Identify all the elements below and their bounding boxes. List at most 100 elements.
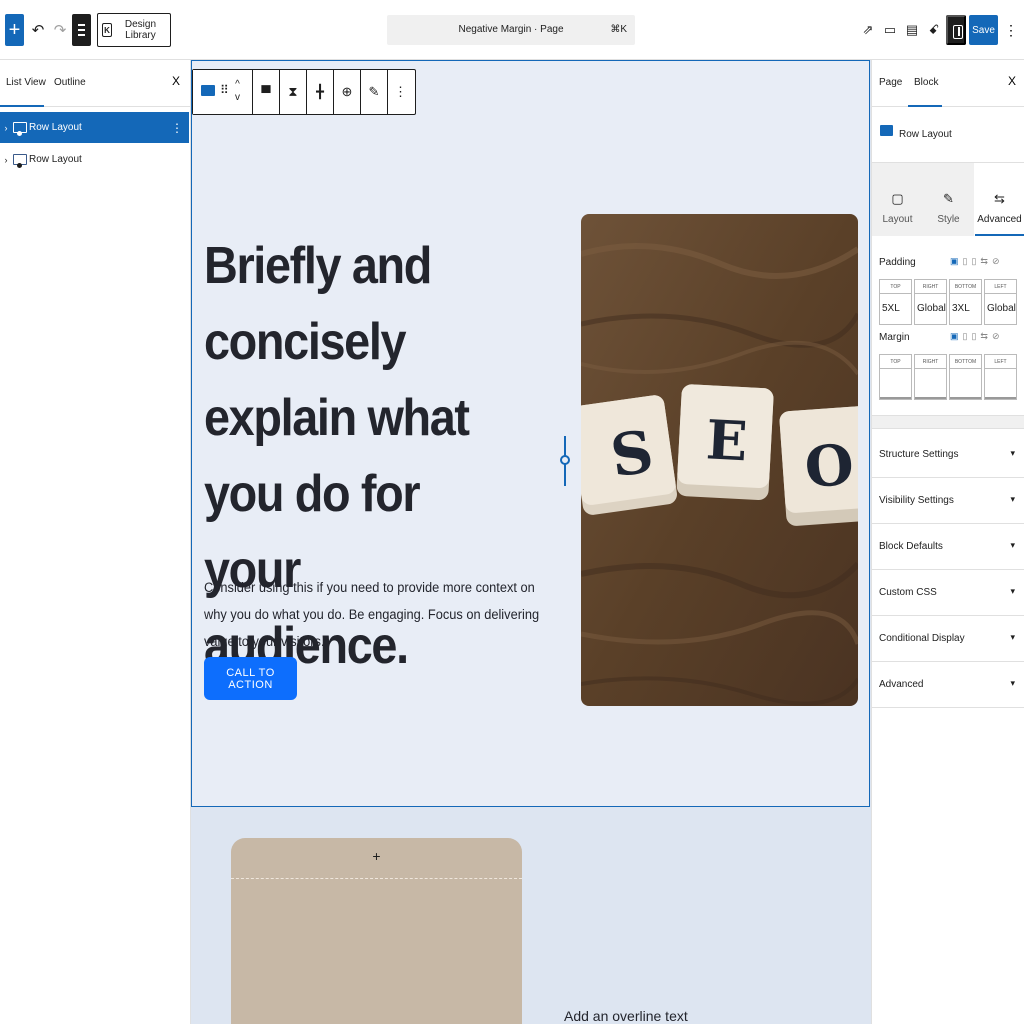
chevron-right-icon[interactable]: › — [0, 123, 12, 133]
margin-left-field[interactable]: LEFT — [984, 354, 1017, 400]
desktop-icon[interactable]: ▣ — [950, 256, 963, 266]
post-icon[interactable]: ▤ — [904, 20, 920, 40]
tab-list-view[interactable]: List View — [6, 77, 46, 88]
add-block-icon[interactable]: + — [231, 848, 522, 864]
side-label: TOP — [880, 355, 911, 369]
tab-style[interactable]: ✎ Style — [923, 163, 974, 236]
edit-icon: ✎ — [368, 84, 380, 99]
copy-styles-button[interactable]: ✎ — [361, 70, 388, 114]
chevron-down-icon: ▾ — [1010, 678, 1015, 688]
close-list-view-button[interactable]: X — [172, 74, 180, 88]
chevron-up-icon[interactable]: ^ — [235, 79, 240, 90]
list-item-row-layout-selected[interactable]: › Row Layout ⋮ — [0, 112, 189, 143]
margin-device-icons[interactable]: ▣▯▯⇆⊘ — [950, 331, 1004, 342]
side-label: BOTTOM — [950, 280, 981, 294]
command-palette-button[interactable]: Negative Margin · Page ⌘K — [387, 15, 635, 45]
tab-block[interactable]: Block — [914, 77, 938, 88]
block-toolbar: ⠿ ^ v ▀ ⧗ ╋ ⊕ ✎ ⋮ — [192, 69, 416, 115]
side-label: RIGHT — [915, 280, 946, 294]
add-column-button[interactable]: ⊕ — [334, 70, 361, 114]
hero-subtext[interactable]: Consider using this if you need to provi… — [204, 574, 541, 655]
vertical-align-icon: ╋ — [316, 84, 324, 99]
padding-left-value[interactable]: Global — [985, 294, 1016, 324]
link-sides-icon[interactable]: ⊘ — [992, 331, 1004, 341]
accordion-custom-css[interactable]: Custom CSS ▾ — [872, 570, 1024, 616]
resize-handle-dot[interactable] — [560, 455, 570, 465]
sidebar-icon — [953, 25, 963, 39]
justify-button[interactable]: ⧗ — [280, 70, 307, 114]
undo-button[interactable]: ↶ — [28, 14, 48, 46]
move-buttons[interactable]: ^ v — [235, 78, 240, 104]
padding-left-field[interactable]: LEFT Global — [984, 279, 1017, 325]
unit-toggle-icon[interactable]: ⇆ — [980, 256, 992, 266]
more-vertical-icon[interactable]: ⋮ — [171, 121, 183, 135]
padding-top-value[interactable]: 5XL — [880, 294, 911, 324]
row-layout-block-selected[interactable]: ⠿ ^ v ▀ ⧗ ╋ ⊕ ✎ ⋮ Briefly and concisely e… — [191, 60, 870, 807]
desktop-preview-icon[interactable]: ▭ — [882, 20, 898, 40]
options-button[interactable]: ⋮ — [1004, 18, 1018, 42]
accordion-conditional-display[interactable]: Conditional Display ▾ — [872, 616, 1024, 662]
overline-text[interactable]: Add an overline text — [564, 1008, 688, 1024]
margin-right-field[interactable]: RIGHT — [914, 354, 947, 400]
external-link-icon[interactable]: ⇗ — [860, 20, 876, 40]
list-item-row-layout[interactable]: › Row Layout — [0, 144, 189, 175]
section-separator — [872, 415, 1024, 429]
column-resize-handle[interactable] — [560, 436, 570, 486]
side-label: LEFT — [985, 280, 1016, 294]
side-label: BOTTOM — [950, 355, 981, 369]
unit-toggle-icon[interactable]: ⇆ — [980, 331, 992, 341]
padding-right-value[interactable]: Global — [915, 294, 946, 324]
chevron-right-icon[interactable]: › — [0, 155, 12, 165]
padding-bottom-value[interactable]: 3XL — [950, 294, 981, 324]
accordion-advanced[interactable]: Advanced ▾ — [872, 662, 1024, 708]
add-block-button[interactable]: + — [5, 14, 24, 46]
more-vertical-icon: ⋮ — [1004, 21, 1018, 38]
second-row-column[interactable]: + — [231, 838, 522, 1024]
settings-toggle-button[interactable] — [946, 15, 966, 45]
active-tab-indicator — [975, 234, 1024, 236]
padding-device-icons[interactable]: ▣▯▯⇆⊘ — [950, 256, 1004, 267]
tab-advanced[interactable]: ⇆ Advanced — [974, 163, 1024, 236]
drag-handle-icon[interactable]: ⠿ — [220, 83, 229, 97]
chevron-down-icon: ▾ — [1010, 586, 1015, 596]
padding-right-field[interactable]: RIGHT Global — [914, 279, 947, 325]
align-top-icon: ▀ — [261, 84, 271, 100]
link-sides-icon[interactable]: ⊘ — [992, 256, 1004, 266]
accordion-structure-settings[interactable]: Structure Settings ▾ — [872, 432, 1024, 478]
block-type-button[interactable]: ⠿ ^ v — [193, 70, 253, 114]
hero-image-seo-tiles[interactable]: S E O — [581, 214, 858, 706]
redo-button[interactable]: ↷ — [50, 14, 70, 46]
list-view-panel: List View Outline X › Row Layout ⋮ › Row… — [0, 60, 191, 1024]
margin-left-value[interactable] — [985, 369, 1016, 399]
kadence-menu-icon[interactable]: ꗃ — [926, 20, 942, 40]
design-library-button[interactable]: K Design Library — [97, 13, 171, 47]
save-button[interactable]: Save — [969, 15, 998, 45]
padding-top-field[interactable]: TOP 5XL — [879, 279, 912, 325]
margin-top-value[interactable] — [880, 369, 911, 399]
plus-icon: + — [8, 19, 21, 41]
margin-right-value[interactable] — [915, 369, 946, 399]
padding-bottom-field[interactable]: BOTTOM 3XL — [949, 279, 982, 325]
active-tab-indicator — [0, 105, 44, 107]
call-to-action-button[interactable]: CALL TO ACTION — [204, 657, 297, 700]
panel-tabs: ▢ Layout ✎ Style ⇆ Advanced — [872, 163, 1024, 236]
align-top-button[interactable]: ▀ — [253, 70, 280, 114]
margin-top-field[interactable]: TOP — [879, 354, 912, 400]
chevron-down-icon[interactable]: v — [235, 92, 240, 103]
margin-bottom-value[interactable] — [950, 369, 981, 399]
accordion-block-defaults[interactable]: Block Defaults ▾ — [872, 524, 1024, 570]
desktop-icon[interactable]: ▣ — [950, 331, 963, 341]
vertical-align-button[interactable]: ╋ — [307, 70, 334, 114]
side-label: LEFT — [985, 355, 1016, 369]
close-sidebar-button[interactable]: X — [1008, 74, 1016, 88]
block-name: Row Layout — [899, 129, 952, 140]
block-card: Row Layout — [872, 107, 1024, 163]
margin-bottom-field[interactable]: BOTTOM — [949, 354, 982, 400]
document-overview-button[interactable] — [72, 14, 91, 46]
accordion-visibility-settings[interactable]: Visibility Settings ▾ — [872, 478, 1024, 524]
svg-text:E: E — [705, 407, 749, 473]
block-options-button[interactable]: ⋮ — [388, 70, 413, 114]
tab-layout[interactable]: ▢ Layout — [872, 163, 923, 236]
tab-page[interactable]: Page — [879, 77, 902, 88]
tab-outline[interactable]: Outline — [54, 77, 86, 88]
